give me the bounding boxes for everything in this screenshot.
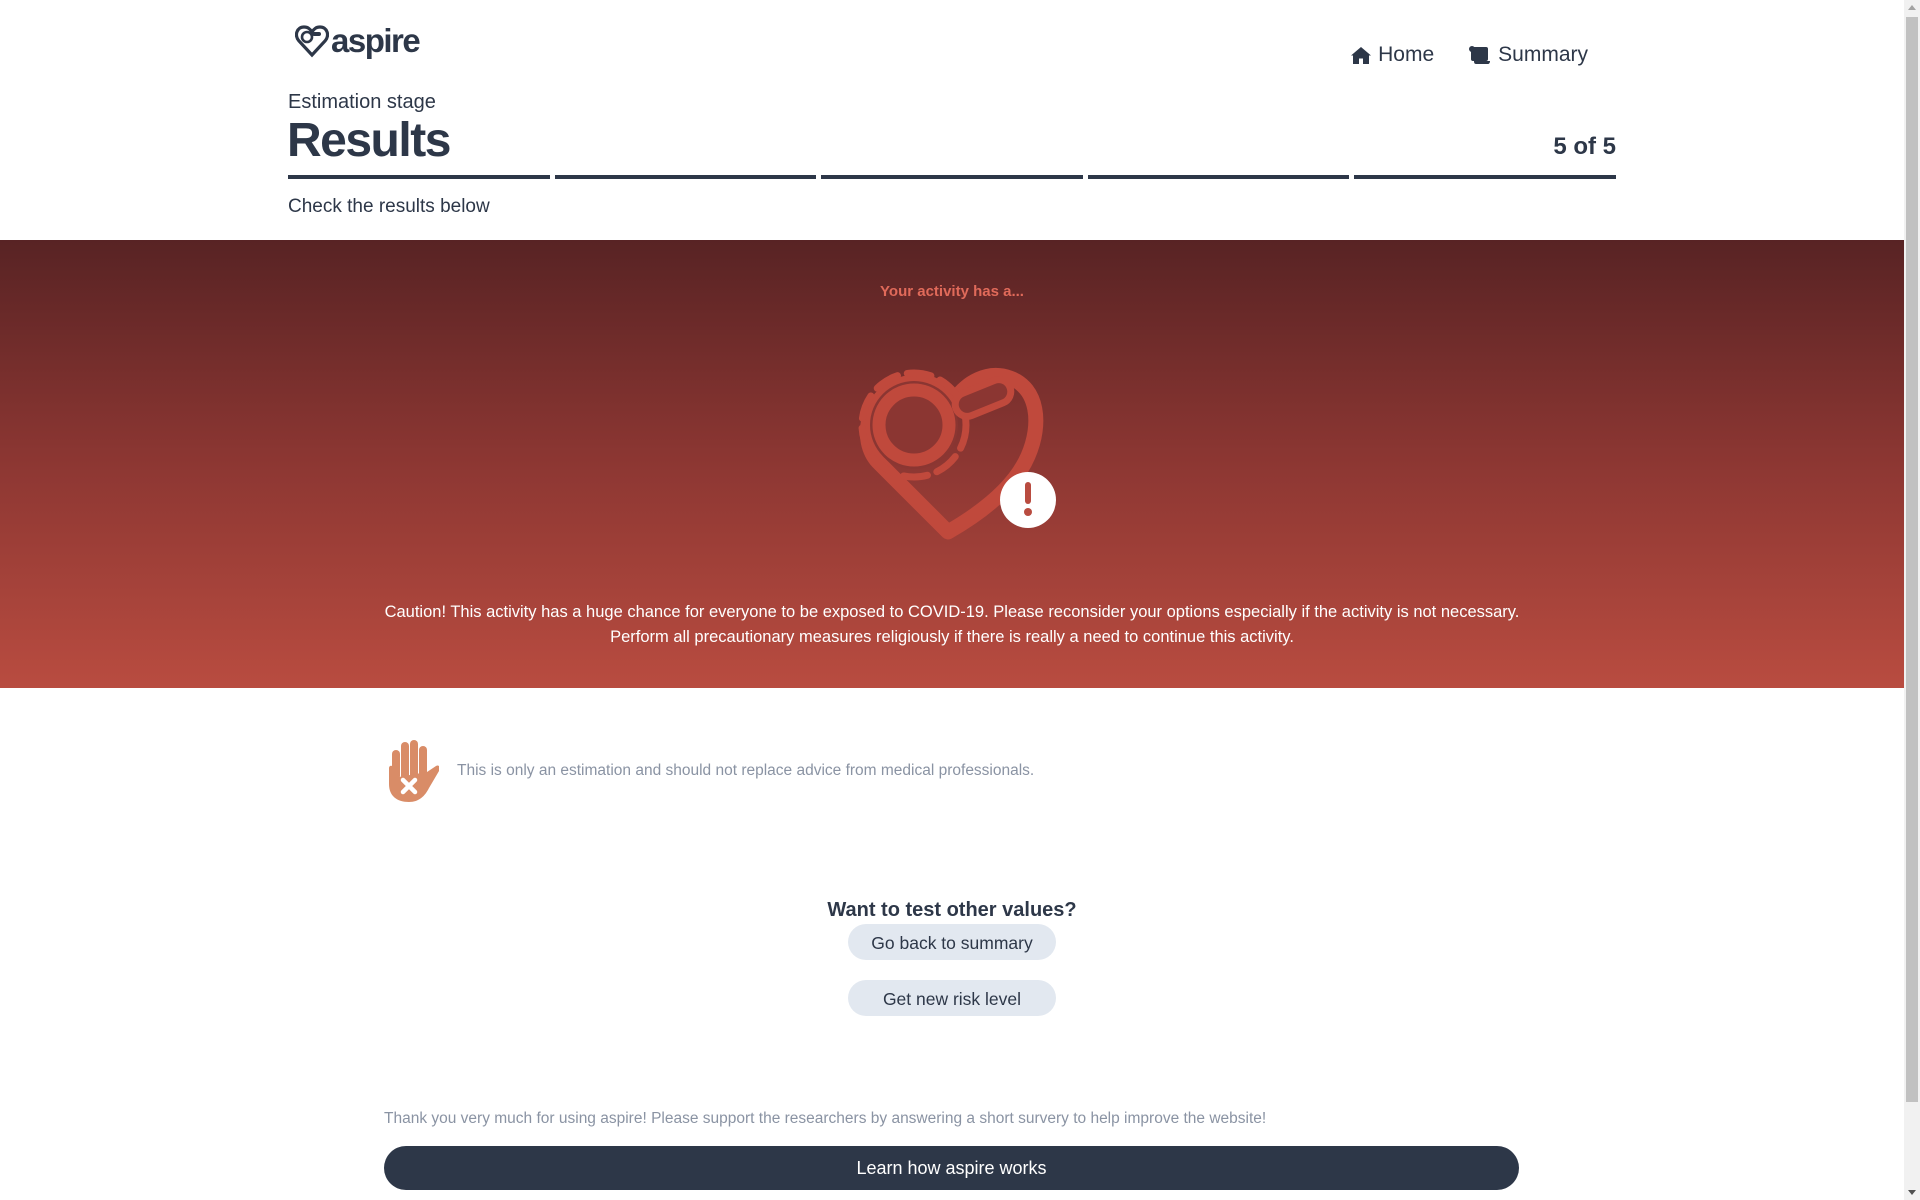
result-banner: Your activity has a... Caution! This act…: [0, 240, 1904, 688]
heart-virus-alert-icon: [858, 368, 1056, 540]
top-nav: Home Summary: [1350, 43, 1588, 67]
heart-logo-icon: [295, 25, 329, 58]
hand-stop-icon: [389, 740, 439, 802]
nav-summary[interactable]: Summary: [1468, 43, 1588, 67]
disclaimer: This is only an estimation and should no…: [383, 738, 1034, 804]
thanks-text: Thank you very much for using aspire! Pl…: [384, 1110, 1267, 1127]
retry-heading: Want to test other values?: [827, 899, 1077, 921]
scrollbar-thumb[interactable]: [1906, 17, 1918, 1102]
scroll-down-arrow-icon[interactable]: [1908, 1190, 1916, 1195]
nav-summary-label: Summary: [1498, 43, 1588, 66]
step-counter: 5 of 5: [1553, 133, 1616, 160]
home-icon: [1351, 46, 1372, 64]
page-title: Results: [287, 114, 451, 167]
progress-segment: [821, 175, 1083, 179]
disclaimer-text: This is only an estimation and should no…: [457, 762, 1035, 779]
result-kicker: Your activity has a...: [880, 283, 1024, 300]
get-new-risk-level-button[interactable]: Get new risk level: [848, 980, 1056, 1016]
progress-segment: [288, 175, 550, 179]
logo[interactable]: aspire: [295, 22, 421, 60]
result-message: Caution! This activity has a huge chance…: [384, 603, 1520, 646]
scroll-up-arrow-icon[interactable]: [1908, 5, 1916, 10]
progress-segment: [1354, 175, 1616, 179]
nav-home[interactable]: Home: [1350, 43, 1434, 67]
learn-how-aspire-works-button[interactable]: Learn how aspire works: [384, 1146, 1519, 1190]
instruction-text: Check the results below: [288, 196, 490, 217]
vertical-scrollbar[interactable]: [1904, 0, 1920, 1200]
progress-segment: [1087, 175, 1350, 179]
nav-home-label: Home: [1378, 43, 1435, 66]
progress-bar: [288, 175, 1616, 179]
logo-text: aspire: [331, 22, 421, 59]
progress-segment: [554, 175, 817, 179]
go-back-to-summary-button[interactable]: Go back to summary: [848, 924, 1056, 960]
scroll-icon: [1469, 46, 1491, 64]
page: aspire Home Summary Estimation stage Res…: [0, 0, 1904, 1200]
